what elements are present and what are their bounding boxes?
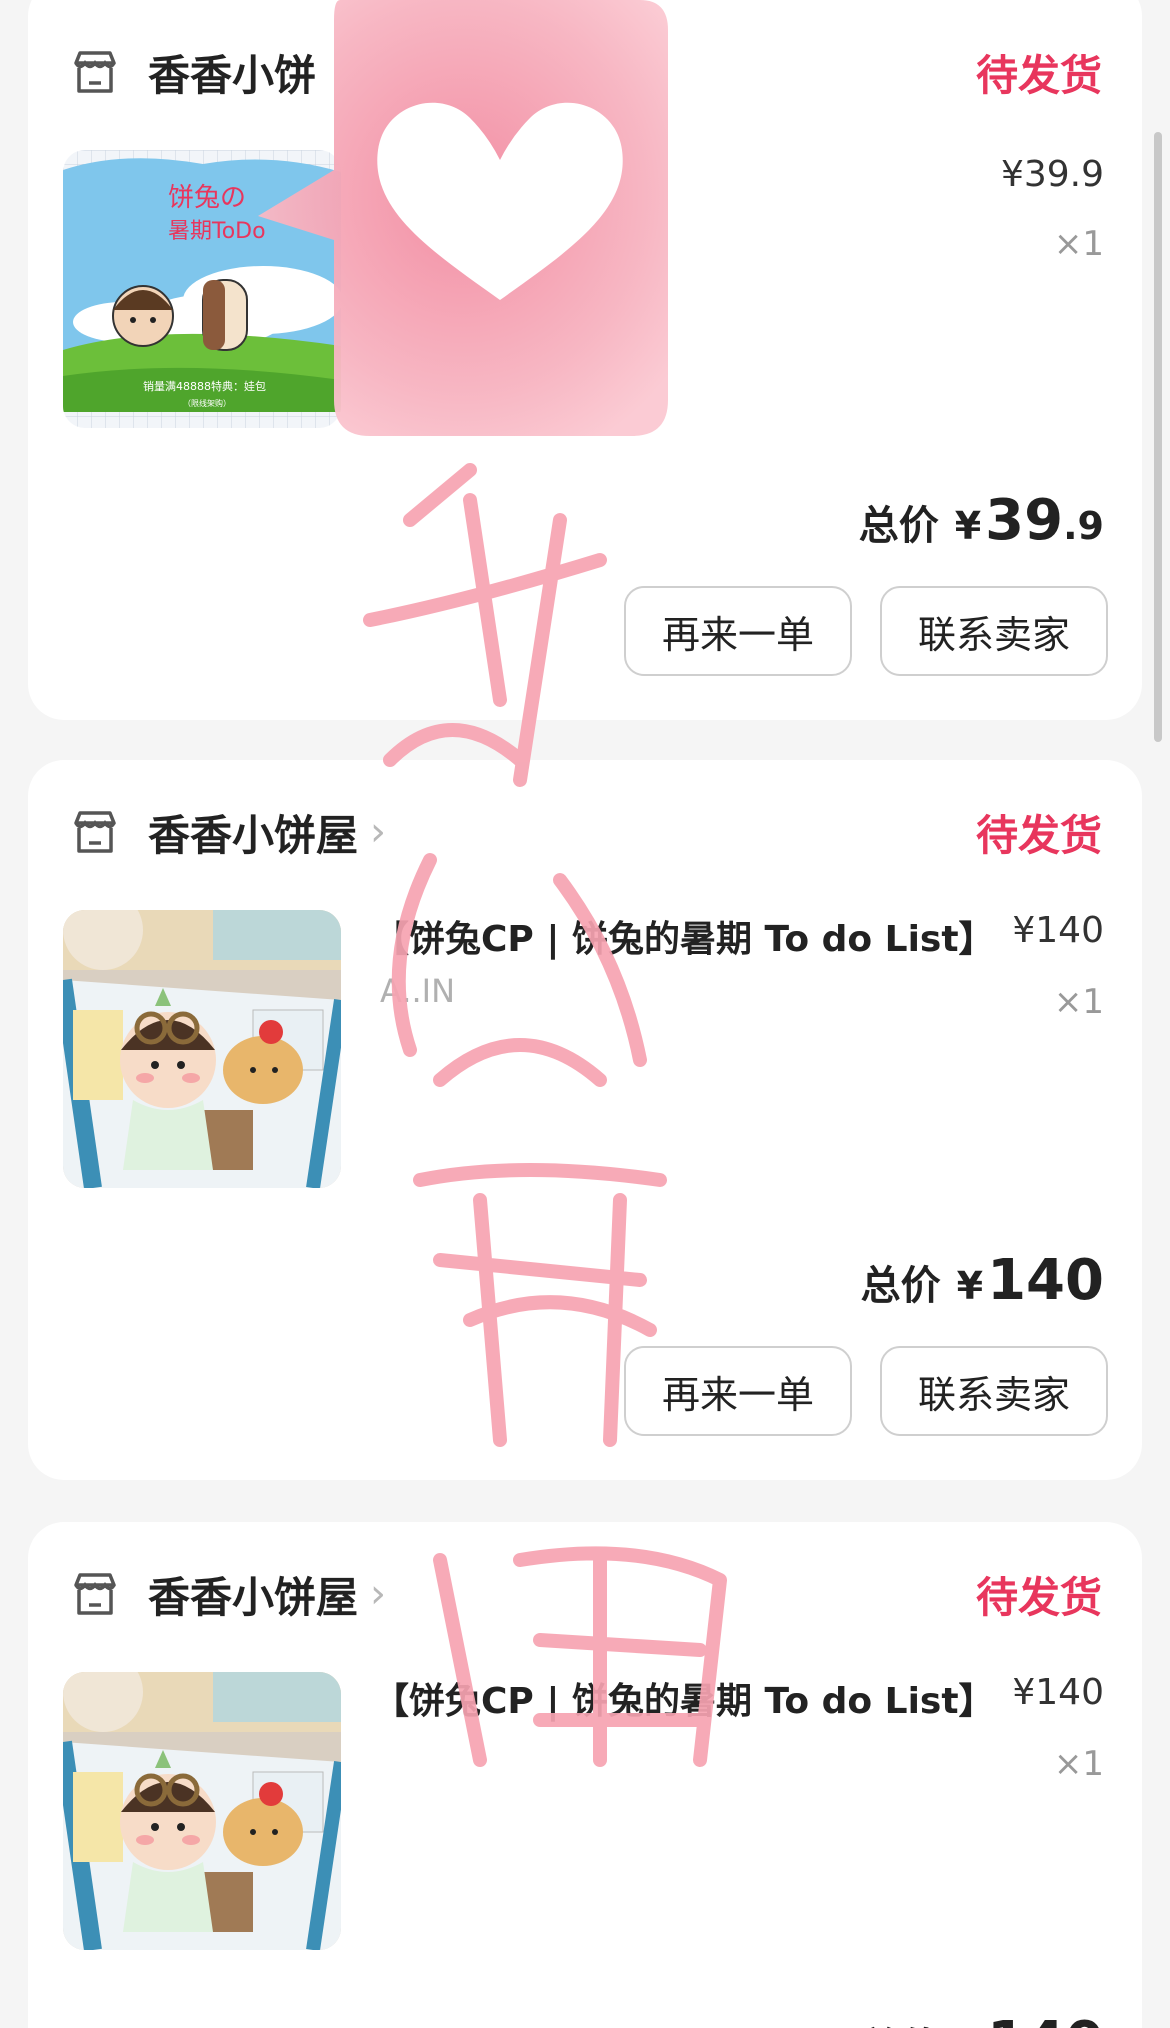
order-total: 总价 ¥ 140 — [861, 1248, 1104, 1313]
shop-name[interactable]: 香香小饼屋 — [148, 802, 358, 863]
product-thumbnail[interactable]: 饼兔の 暑期ToDo 销量满48888特典：娃包 （限线架购） — [63, 150, 341, 428]
order-card-header: 香香小饼屋 › 待发货 — [68, 802, 1102, 862]
thumbnail-text: 暑期ToDo — [168, 219, 266, 244]
order-status: 待发货 — [975, 50, 1102, 100]
store-icon — [74, 51, 116, 93]
item-quantity: ×1 — [1053, 224, 1104, 264]
product-spec: A..IN — [380, 972, 456, 1010]
shop-name[interactable]: 香香小饼屋 — [148, 1564, 358, 1625]
order-total: 总价 ¥ 140 — [861, 2010, 1104, 2028]
scrollbar[interactable] — [1154, 132, 1162, 742]
total-currency: ¥ — [956, 1264, 984, 1308]
reorder-button[interactable]: 再来一单 — [624, 1346, 852, 1436]
total-label: 总价 — [858, 503, 939, 549]
product-title[interactable]: 【饼兔CP | 饼兔的暑期 To do List】 — [373, 1672, 995, 1724]
order-card[interactable]: 香香小饼 待发货 饼兔の 暑期ToDo 销量满48888特典：娃包 （限线架购）… — [28, 0, 1142, 720]
total-amount: 140 — [987, 2010, 1104, 2028]
order-status: 待发货 — [975, 1572, 1102, 1622]
order-total: 总价 ¥ 39 .9 — [859, 488, 1104, 553]
order-status: 待发货 — [975, 810, 1102, 860]
product-title[interactable]: 【饼兔CP | 饼兔的暑期 To do List】 — [373, 910, 995, 962]
total-amount-decimal: .9 — [1063, 504, 1104, 548]
store-icon — [74, 811, 116, 853]
item-quantity: ×1 — [1053, 982, 1104, 1022]
total-currency: ¥ — [954, 504, 982, 548]
reorder-button[interactable]: 再来一单 — [624, 586, 852, 676]
total-amount: 39 — [985, 488, 1064, 553]
thumbnail-text: 饼兔の — [168, 183, 246, 213]
item-quantity: ×1 — [1053, 1744, 1104, 1784]
total-label: 总价 — [860, 1263, 941, 1309]
thumbnail-text: （限线架购） — [183, 398, 231, 408]
item-price: ¥140 — [1012, 1672, 1104, 1713]
total-amount: 140 — [987, 1248, 1104, 1313]
product-thumbnail[interactable] — [63, 910, 341, 1188]
product-thumbnail[interactable] — [63, 1672, 341, 1950]
item-price: ¥140 — [1012, 910, 1104, 951]
thumbnail-text: 销量满48888特典：娃包 — [143, 379, 266, 393]
contact-seller-button[interactable]: 联系卖家 — [880, 1346, 1108, 1436]
shop-name[interactable]: 香香小饼 — [148, 42, 316, 103]
order-card-header: 香香小饼屋 › 待发货 — [68, 1564, 1102, 1624]
store-icon — [74, 1573, 116, 1615]
chevron-right-icon[interactable]: › — [370, 809, 386, 855]
order-card-header: 香香小饼 待发货 — [68, 42, 1102, 102]
chevron-right-icon[interactable]: › — [370, 1571, 386, 1617]
total-label: 总价 — [861, 2015, 941, 2028]
order-card[interactable]: 香香小饼屋 › 待发货 — [28, 760, 1142, 1480]
contact-seller-button[interactable]: 联系卖家 — [880, 586, 1108, 676]
item-price: ¥39.9 — [1000, 154, 1104, 195]
order-card[interactable]: 香香小饼屋 › 待发货 — [28, 1522, 1142, 2028]
